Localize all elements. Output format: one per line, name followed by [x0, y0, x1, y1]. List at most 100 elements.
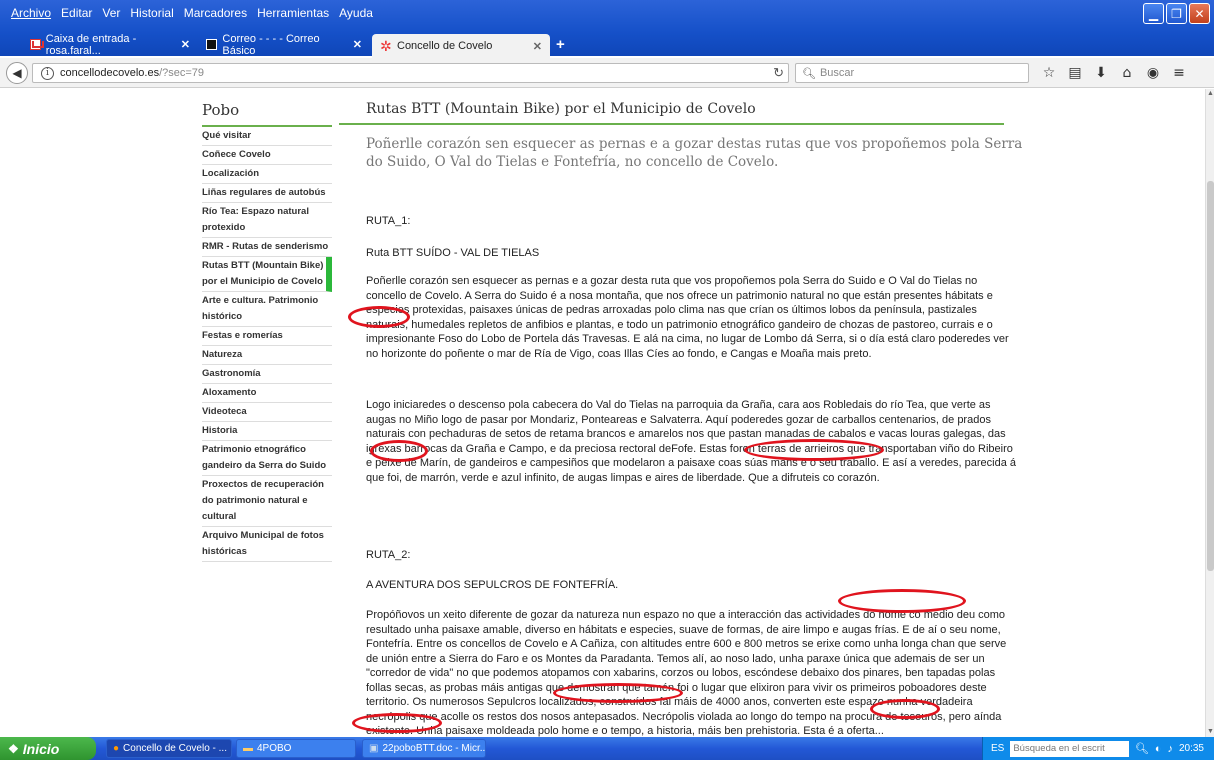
sidebar-item-localizacion[interactable]: Localización: [202, 165, 332, 184]
info-icon[interactable]: i: [41, 66, 54, 80]
sidebar-item-patrimonio-etnografico[interactable]: Patrimonio etnográfico gandeiro da Serra…: [202, 441, 332, 476]
lead-paragraph: Poñerlle corazón sen esquecer as pernas …: [366, 136, 1023, 170]
covelo-icon: ✲: [380, 37, 392, 54]
sidebar-item-que-visitar[interactable]: Qué visitar: [202, 127, 332, 146]
menu-herramientas[interactable]: Herramientas: [252, 5, 334, 21]
tab-gmail[interactable]: Caixa de entrada - rosa.faral... ✕: [22, 32, 198, 57]
tab-close-icon[interactable]: ✕: [181, 38, 190, 51]
sidebar-title: Pobo: [202, 101, 332, 127]
reload-icon[interactable]: ↻: [773, 65, 784, 81]
mail-icon: [206, 39, 218, 50]
back-button[interactable]: ◀: [6, 62, 28, 84]
taskbar-item-word[interactable]: ▣ 22poboBTT.doc - Micr...: [362, 739, 486, 758]
menu-ver[interactable]: Ver: [97, 5, 125, 21]
ruta1-paragraph-2: Logo iniciaredes o descenso pola cabecer…: [366, 399, 1016, 484]
tab-close-icon[interactable]: ✕: [533, 40, 542, 53]
scroll-down-icon[interactable]: ▼: [1206, 727, 1214, 737]
sidebar-item-videoteca[interactable]: Videoteca: [202, 403, 332, 422]
sidebar-item-autobus[interactable]: Liñas regulares de autobús: [202, 184, 332, 203]
tab-strip: Caixa de entrada - rosa.faral... ✕ Corre…: [0, 33, 1214, 58]
sidebar-item-festas[interactable]: Festas e romerías: [202, 327, 332, 346]
ruta2-paragraph-1: Propóñovos un xeito diferente de gozar d…: [366, 609, 1007, 737]
menu-historial[interactable]: Historial: [125, 5, 178, 21]
close-button[interactable]: ✕: [1189, 3, 1210, 24]
taskbar-item-label: 4POBO: [257, 743, 292, 754]
minimize-icon: ▁: [1148, 6, 1159, 21]
web-page: Pobo Qué visitar Coñece Covelo Localizac…: [0, 89, 1205, 737]
menu-hamburger-icon[interactable]: ≡: [1166, 65, 1192, 81]
tab-concello-covelo[interactable]: ✲ Concello de Covelo ✕: [372, 34, 550, 58]
sidebar-item-aloxamento[interactable]: Aloxamento: [202, 384, 332, 403]
word-icon: ▣: [369, 743, 379, 754]
taskbar-item-label: 22poboBTT.doc - Micr...: [382, 743, 486, 754]
vertical-scrollbar[interactable]: ▲ ▼: [1205, 89, 1214, 737]
scroll-up-icon[interactable]: ▲: [1206, 89, 1214, 99]
menu-archivo[interactable]: Archivo: [6, 5, 56, 21]
search-bar[interactable]: 🔍︎ Buscar: [795, 63, 1029, 83]
ruta2-label: RUTA_2:: [366, 549, 411, 561]
main-content: Rutas BTT (Mountain Bike) por el Municip…: [339, 101, 1022, 737]
url-path: /?sec=79: [159, 67, 205, 79]
toolbar-icons: ☆ ▤ ⬇ ⌂ ◉ ≡: [1036, 65, 1192, 81]
sidebar-item-rutas-btt[interactable]: Rutas BTT (Mountain Bike) por el Municip…: [202, 257, 332, 292]
taskbar-item-label: Concello de Covelo - ...: [123, 743, 227, 754]
volume-icon[interactable]: ♪: [1167, 743, 1173, 755]
tab-label: Concello de Covelo: [397, 40, 493, 52]
scroll-thumb[interactable]: [1207, 181, 1214, 571]
tab-label: Correo - - - - Correo Básico: [222, 32, 320, 57]
menu-bar: Archivo Editar Ver Historial Marcadores …: [6, 5, 378, 21]
gmail-icon: [30, 39, 41, 50]
menu-editar[interactable]: Editar: [56, 5, 97, 21]
restore-button[interactable]: ❐: [1166, 3, 1187, 24]
browser-title-bar: Archivo Editar Ver Historial Marcadores …: [0, 0, 1214, 58]
new-tab-button[interactable]: +: [556, 36, 565, 53]
sidebar-item-arte-cultura[interactable]: Arte e cultura. Patrimonio histórico: [202, 292, 332, 327]
restore-icon: ❐: [1171, 6, 1182, 21]
page-title: Rutas BTT (Mountain Bike) por el Municip…: [339, 101, 1004, 125]
search-placeholder: Buscar: [819, 67, 855, 79]
system-tray: ES Búsqueda en el escrit 🔍︎ ◐ ♪ 20:35: [982, 737, 1214, 760]
sidebar-item-rmr-rutas[interactable]: RMR - Rutas de senderismo: [202, 238, 332, 257]
tab-label: Caixa de entrada - rosa.faral...: [45, 32, 137, 57]
reading-list-icon[interactable]: ▤: [1062, 65, 1088, 81]
network-icon[interactable]: ◐: [1155, 743, 1162, 755]
sidebar-item-gastronomia[interactable]: Gastronomía: [202, 365, 332, 384]
minimize-button[interactable]: ▁: [1143, 3, 1164, 24]
download-icon[interactable]: ⬇: [1088, 65, 1114, 81]
sidebar-item-conece-covelo[interactable]: Coñece Covelo: [202, 146, 332, 165]
home-icon[interactable]: ⌂: [1114, 65, 1140, 81]
desktop-search-input[interactable]: Búsqueda en el escrit: [1010, 740, 1129, 757]
menu-marcadores[interactable]: Marcadores: [179, 5, 252, 21]
menu-ayuda[interactable]: Ayuda: [334, 5, 378, 21]
taskbar: ❖ Inicio ● Concello de Covelo - ... ▬ 4P…: [0, 737, 1214, 760]
search-icon[interactable]: 🔍︎: [1135, 742, 1149, 755]
clock: 20:35: [1178, 743, 1204, 754]
url-host: concellodecovelo.es: [60, 67, 160, 79]
navigation-bar: ◀ i concellodecovelo.es /?sec=79 ↻ 🔍︎ Bu…: [0, 58, 1214, 88]
ruta1-label: RUTA_1:: [366, 215, 411, 227]
sidebar-item-proxectos[interactable]: Proxectos de recuperación do patrimonio …: [202, 476, 332, 527]
tab-correo[interactable]: Correo - - - - Correo Básico ✕: [198, 32, 370, 57]
window-controls: ▁ ❐ ✕: [1143, 3, 1210, 24]
windows-logo-icon: ❖: [8, 741, 19, 756]
close-icon: ✕: [1194, 6, 1205, 21]
sidebar-item-arquivo[interactable]: Arquivo Municipal de fotos históricas: [202, 527, 332, 562]
ruta1-paragraph-1: Poñerlle corazón sen esquecer as pernas …: [366, 275, 1009, 360]
tab-close-icon[interactable]: ✕: [353, 38, 362, 51]
url-bar[interactable]: i concellodecovelo.es /?sec=79 ↻: [32, 63, 789, 83]
pocket-icon[interactable]: ◉: [1140, 65, 1166, 81]
sidebar-item-rio-tea[interactable]: Río Tea: Espazo natural protexido: [202, 203, 332, 238]
sidebar-item-historia[interactable]: Historia: [202, 422, 332, 441]
sidebar-nav: Pobo Qué visitar Coñece Covelo Localizac…: [202, 101, 332, 562]
taskbar-item-firefox[interactable]: ● Concello de Covelo - ...: [106, 739, 232, 758]
firefox-icon: ●: [113, 743, 120, 754]
start-button[interactable]: ❖ Inicio: [0, 737, 96, 760]
start-label: Inicio: [22, 740, 60, 757]
folder-icon: ▬: [243, 743, 253, 754]
taskbar-item-folder[interactable]: ▬ 4POBO: [236, 739, 356, 758]
search-icon: 🔍︎: [802, 67, 816, 80]
sidebar-item-natureza[interactable]: Natureza: [202, 346, 332, 365]
bookmark-star-icon[interactable]: ☆: [1036, 65, 1062, 81]
ruta2-title: A AVENTURA DOS SEPULCROS DE FONTEFRÍA.: [366, 579, 619, 591]
language-indicator[interactable]: ES: [991, 743, 1004, 754]
